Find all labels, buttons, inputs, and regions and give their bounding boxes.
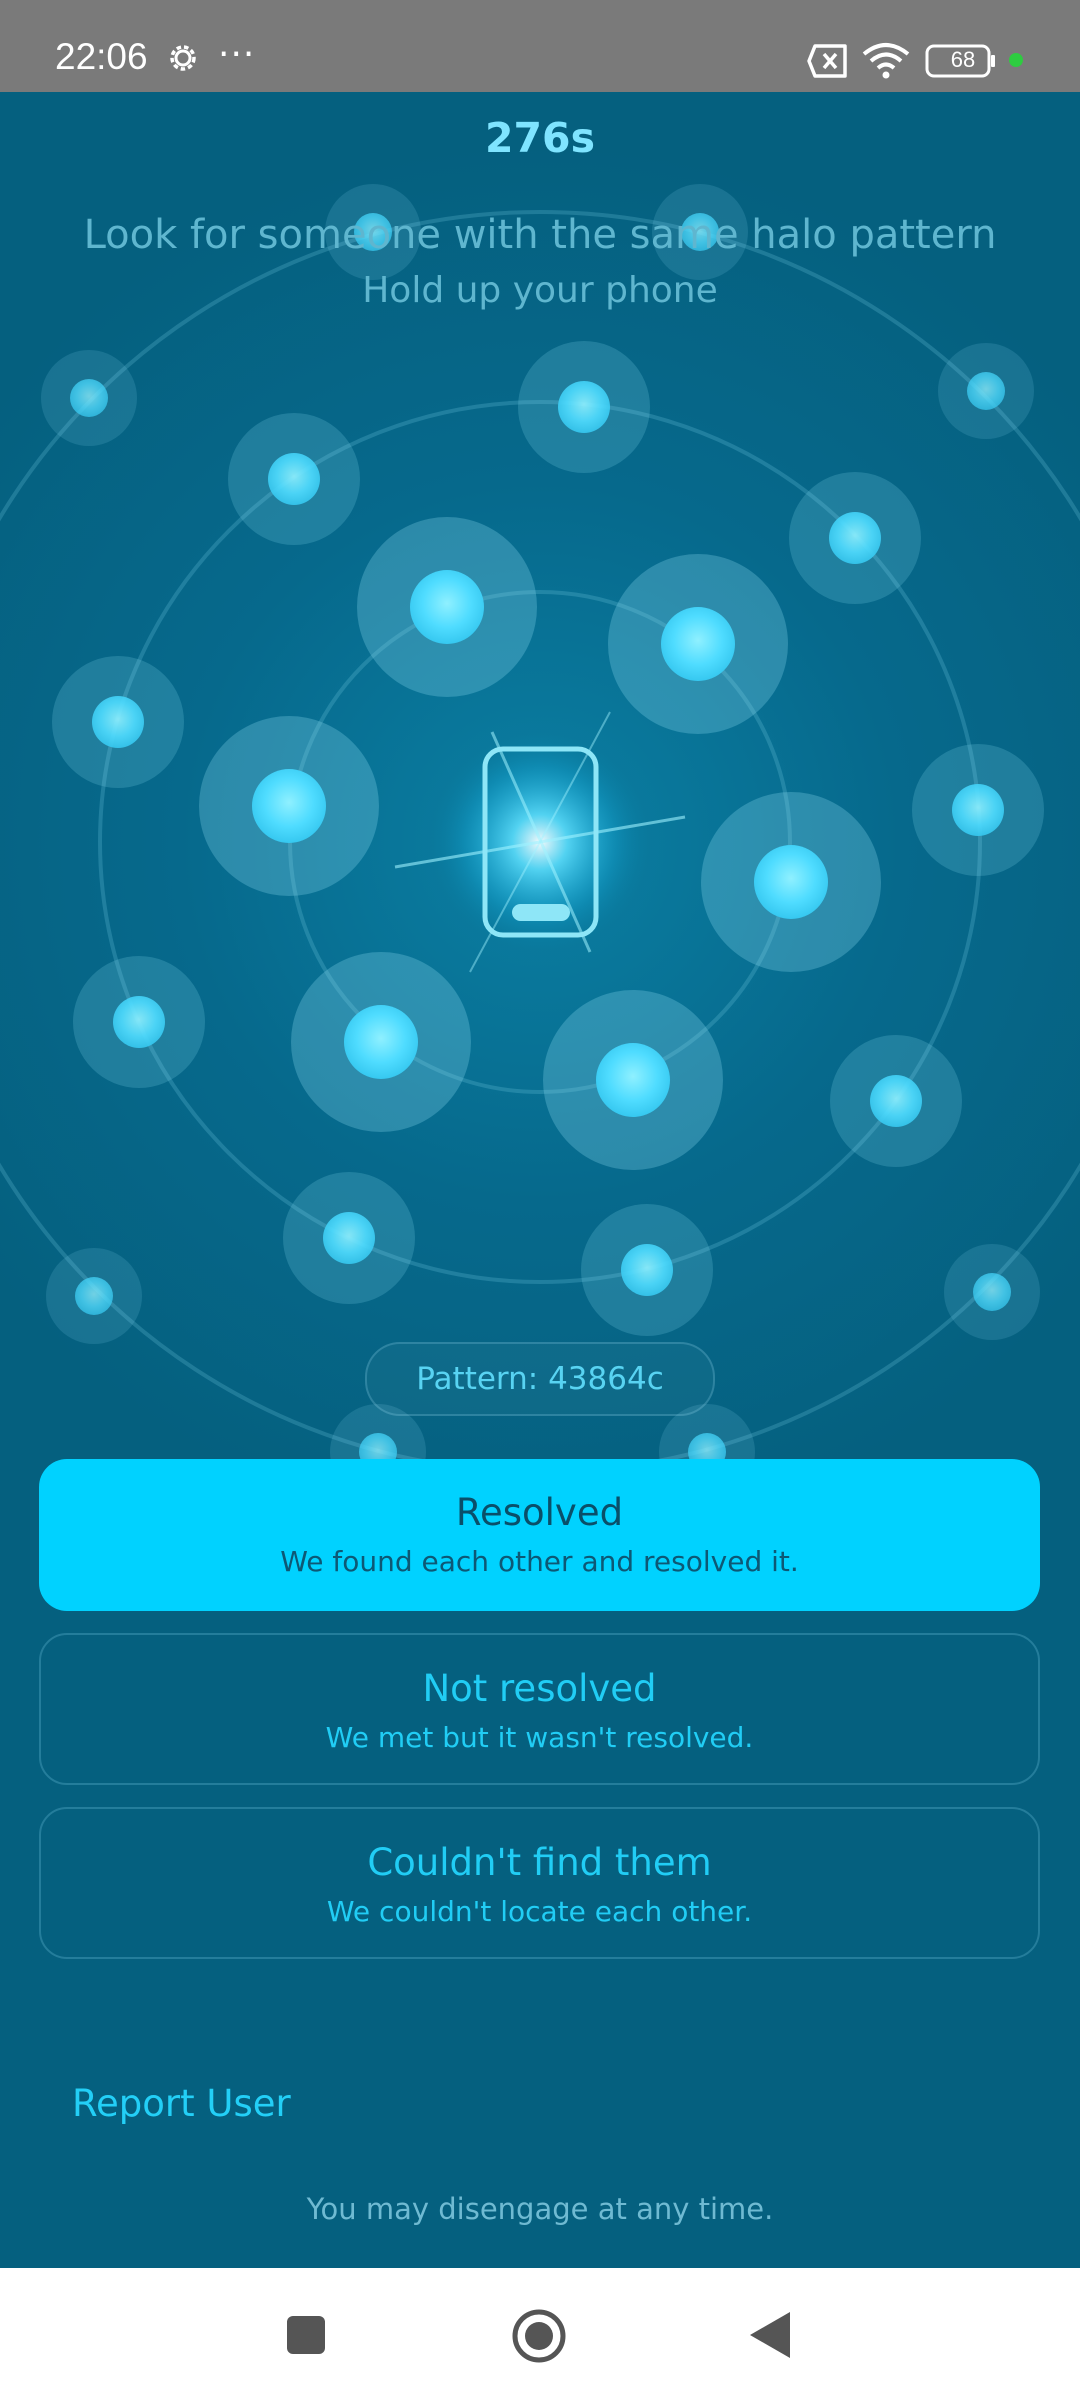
halo-dot — [944, 1244, 1040, 1340]
status-time: 22:06 — [55, 36, 148, 77]
halo-dot — [46, 1248, 142, 1344]
gear-icon — [170, 45, 196, 71]
halo-dot — [938, 343, 1034, 439]
halo-dot — [357, 517, 537, 697]
pattern-badge: Pattern: 43864c — [365, 1342, 715, 1416]
overflow-dots: ··· — [218, 34, 256, 75]
instruction-subheading: Hold up your phone — [362, 270, 718, 311]
halo-dot — [52, 656, 184, 788]
halo-dot — [701, 792, 881, 972]
not-resolved-subtitle: We met but it wasn't resolved. — [325, 1721, 754, 1754]
halo-dot — [608, 554, 788, 734]
report-user-link[interactable]: Report User — [72, 2082, 291, 2125]
halo-dot — [912, 744, 1044, 876]
halo-dot — [73, 956, 205, 1088]
halo-dot — [41, 350, 137, 446]
halo-dot — [283, 1172, 415, 1304]
resolved-button[interactable]: Resolved We found each other and resolve… — [39, 1459, 1040, 1611]
halo-dot — [518, 341, 650, 473]
halo-dot — [199, 716, 379, 896]
wifi-icon — [862, 43, 910, 79]
resolved-title: Resolved — [455, 1491, 624, 1534]
back-triangle-icon[interactable] — [748, 2310, 792, 2360]
halo-dot — [291, 952, 471, 1132]
not-found-button[interactable]: Couldn't find them We couldn't locate ea… — [39, 1807, 1040, 1959]
sim-error-icon — [807, 44, 847, 78]
recents-square-icon[interactable] — [285, 2314, 327, 2356]
status-bar: 22:06 ··· 68 — [0, 0, 1080, 92]
halo-dot — [228, 413, 360, 545]
not-found-title: Couldn't find them — [367, 1841, 712, 1884]
not-found-subtitle: We couldn't locate each other. — [326, 1895, 753, 1928]
halo-screen: 276s Look for someone with the same halo… — [0, 92, 1080, 2268]
navigation-bar — [0, 2268, 1080, 2400]
halo-dot — [830, 1035, 962, 1167]
halo-dot — [581, 1204, 713, 1336]
countdown-timer: 276s — [485, 114, 595, 162]
home-circle-icon[interactable] — [511, 2308, 567, 2364]
privacy-dot-icon — [1009, 53, 1023, 67]
not-resolved-title: Not resolved — [422, 1667, 657, 1710]
disengage-note: You may disengage at any time. — [306, 2192, 774, 2226]
halo-dot — [789, 472, 921, 604]
battery-level: 68 — [950, 47, 976, 72]
not-resolved-button[interactable]: Not resolved We met but it wasn't resolv… — [39, 1633, 1040, 1785]
resolved-subtitle: We found each other and resolved it. — [280, 1545, 799, 1578]
halo-dot — [543, 990, 723, 1170]
instruction-heading: Look for someone with the same halo patt… — [83, 212, 997, 258]
